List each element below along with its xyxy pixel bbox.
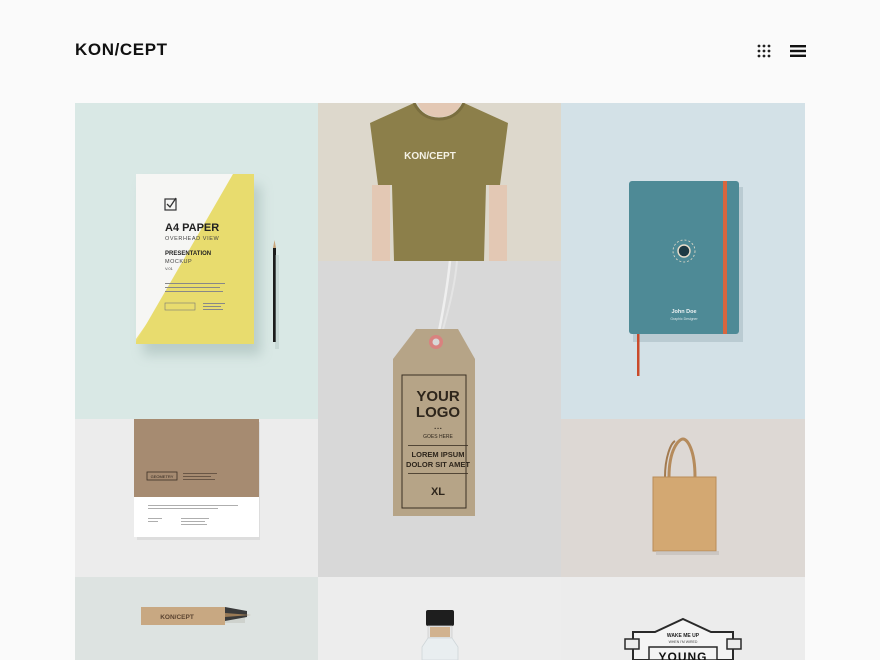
portfolio-item-a4-paper[interactable]: A4 PAPER OVERHEAD VIEW PRESENTATION MOCK… — [75, 103, 318, 419]
portfolio-item-hang-tag[interactable]: YOUR LOGO • • • GOES HERE LOREM IPSUM DO… — [318, 261, 561, 577]
tag-line4: LOREM IPSUM — [412, 450, 465, 459]
tshirt-print: KON/CEPT — [404, 151, 456, 162]
folder-image: GEOMETRY — [134, 419, 260, 540]
site-logo[interactable]: KON/CEPT — [75, 40, 168, 60]
pencil-box-image: KON/CEPT — [141, 607, 251, 625]
badge-line1: WAKE ME UP — [667, 633, 700, 639]
badge-line3: YOUNG — [658, 650, 707, 660]
tag-line1: YOUR — [416, 388, 460, 405]
grid-dots-icon[interactable] — [757, 44, 771, 58]
a4-line1: PRESENTATION — [165, 251, 211, 257]
badge-image: WAKE ME UP WHEN I'M WIRED YOUNG — [624, 617, 742, 660]
portfolio-item-tshirt[interactable]: KON/CEPT — [318, 103, 561, 261]
folder-brand: GEOMETRY — [151, 474, 174, 479]
hamburger-menu-icon[interactable] — [790, 44, 806, 58]
tag-line2: LOGO — [416, 404, 460, 421]
tshirt-image: KON/CEPT — [370, 103, 508, 261]
tag-size: XL — [431, 486, 445, 498]
a4-paper-image: A4 PAPER OVERHEAD VIEW PRESENTATION MOCK… — [136, 174, 279, 355]
notebook-image: John Doe Graphic Designer — [629, 181, 743, 376]
a4-line2: MOCKUP — [165, 259, 192, 265]
portfolio-item-badge[interactable]: WAKE ME UP WHEN I'M WIRED YOUNG — [561, 577, 805, 660]
svg-text:• • •: • • • — [434, 426, 442, 431]
a4-subtitle: OVERHEAD VIEW — [165, 236, 219, 242]
portfolio-item-tote-bag[interactable] — [561, 419, 805, 577]
hang-tag-image: YOUR LOGO • • • GOES HERE LOREM IPSUM DO… — [393, 261, 475, 516]
portfolio-item-pencil-box[interactable]: KON/CEPT — [75, 577, 318, 660]
a4-title: A4 PAPER — [165, 222, 219, 234]
bottle-image — [421, 610, 459, 660]
portfolio-item-bottle[interactable] — [318, 577, 561, 660]
tag-line5: DOLOR SIT AMET — [406, 460, 470, 469]
tag-line3: GOES HERE — [423, 434, 453, 440]
notebook-name: John Doe — [671, 309, 696, 315]
notebook-role: Graphic Designer — [670, 317, 698, 321]
portfolio-item-notebook[interactable]: John Doe Graphic Designer — [561, 103, 805, 419]
pencil-box-brand: KON/CEPT — [160, 614, 194, 621]
site-header: KON/CEPT — [0, 0, 880, 100]
badge-line2: WHEN I'M WIRED — [669, 640, 698, 644]
portfolio-item-folder[interactable]: GEOMETRY — [75, 419, 318, 577]
tote-bag-image — [652, 437, 719, 555]
a4-version: V.01 — [165, 266, 174, 271]
